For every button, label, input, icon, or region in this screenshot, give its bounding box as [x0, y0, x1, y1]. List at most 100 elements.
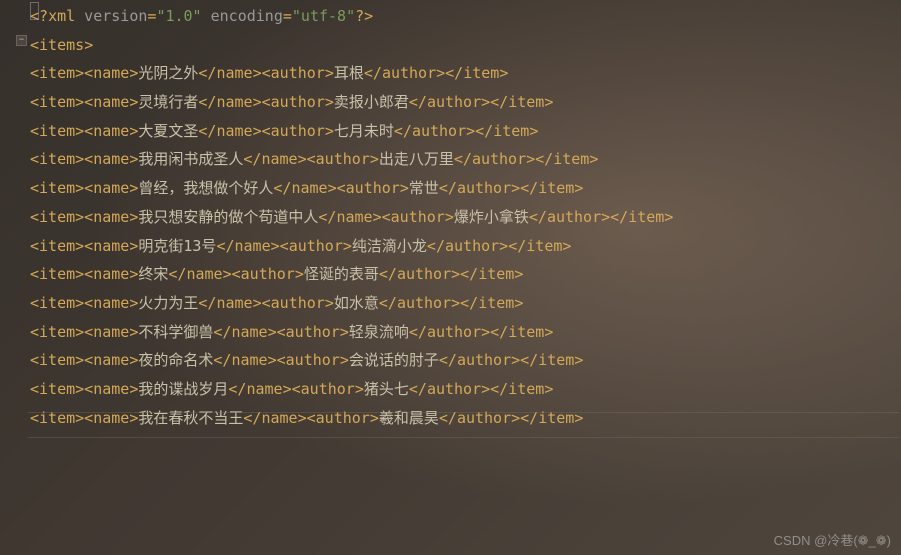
- t: ><: [298, 409, 316, 427]
- fold-toggle-icon[interactable]: −: [16, 35, 27, 46]
- code-area[interactable]: <?xml version="1.0" encoding="utf-8"?><i…: [30, 2, 901, 432]
- name-tag: name: [93, 237, 129, 255]
- code-line[interactable]: <item><name>大夏文圣</name><author>七月未时</aut…: [30, 117, 901, 146]
- name-tag: name: [93, 351, 129, 369]
- code-line[interactable]: <item><name>我的谍战岁月</name><author>猪头七</au…: [30, 375, 901, 404]
- author-tag: author: [427, 323, 481, 341]
- item-tag: item: [538, 409, 574, 427]
- t: ><: [75, 150, 93, 168]
- xml-attr-value: "utf-8": [292, 7, 355, 25]
- item-author-text: 猪头七: [364, 380, 409, 398]
- t: </: [529, 208, 547, 226]
- t: >: [325, 64, 334, 82]
- code-line[interactable]: <item><name>曾经，我想做个好人</name><author>常世</…: [30, 174, 901, 203]
- item-author-text: 如水意: [334, 294, 379, 312]
- name-tag: name: [93, 122, 129, 140]
- t: ><: [75, 122, 93, 140]
- xml-decl-name: xml: [48, 7, 75, 25]
- t: </: [454, 150, 472, 168]
- t: </: [427, 237, 445, 255]
- code-line[interactable]: <item><name>我在春秋不当王</name><author>羲和晨昊</…: [30, 404, 901, 433]
- code-line[interactable]: <item><name>我只想安静的做个苟道中人</name><author>爆…: [30, 203, 901, 232]
- code-line[interactable]: <item><name>不科学御兽</name><author>轻泉流响</au…: [30, 318, 901, 347]
- code-line[interactable]: <item><name>我用闲书成圣人</name><author>出走八万里<…: [30, 145, 901, 174]
- item-tag: item: [508, 93, 544, 111]
- t: </: [318, 208, 336, 226]
- t: </: [243, 150, 261, 168]
- name-tag: name: [216, 64, 252, 82]
- t: ><: [75, 294, 93, 312]
- t: >: [400, 179, 409, 197]
- author-tag: author: [457, 409, 511, 427]
- author-tag: author: [427, 380, 481, 398]
- t: >: [664, 208, 673, 226]
- t: ></: [451, 265, 478, 283]
- code-line[interactable]: <items>: [30, 31, 901, 60]
- t: </: [409, 323, 427, 341]
- code-editor[interactable]: − <?xml version="1.0" encoding="utf-8"?>…: [0, 0, 901, 432]
- item-author-text: 纯洁滴小龙: [352, 237, 427, 255]
- t: </: [409, 380, 427, 398]
- item-tag: item: [39, 265, 75, 283]
- author-tag: author: [391, 208, 445, 226]
- t: >: [325, 93, 334, 111]
- code-line[interactable]: <item><name>灵境行者</name><author>卖报小郎君</au…: [30, 88, 901, 117]
- code-line[interactable]: <item><name>夜的命名术</name><author>会说话的肘子</…: [30, 346, 901, 375]
- t: ><: [75, 323, 93, 341]
- item-tag: item: [553, 150, 589, 168]
- t: >: [514, 265, 523, 283]
- item-author-text: 卖报小郎君: [334, 93, 409, 111]
- item-tag: item: [508, 380, 544, 398]
- code-line[interactable]: <item><name>明克街13号</name><author>纯洁滴小龙</…: [30, 232, 901, 261]
- t: ></: [466, 122, 493, 140]
- t: ></: [436, 64, 463, 82]
- t: >: [340, 351, 349, 369]
- author-tag: author: [472, 150, 526, 168]
- item-tag: item: [508, 323, 544, 341]
- t: >: [544, 380, 553, 398]
- t: ><: [328, 179, 346, 197]
- t: ><: [373, 208, 391, 226]
- t: ></: [526, 150, 553, 168]
- tag-close: >: [84, 36, 93, 54]
- name-tag: name: [93, 64, 129, 82]
- t: ><: [253, 93, 271, 111]
- item-tag: item: [478, 294, 514, 312]
- t: >: [514, 294, 523, 312]
- item-tag: item: [39, 208, 75, 226]
- item-author-text: 会说话的肘子: [349, 351, 439, 369]
- code-line[interactable]: <item><name>火力为王</name><author>如水意</auth…: [30, 289, 901, 318]
- text-cursor: [30, 2, 39, 20]
- author-tag: author: [286, 351, 340, 369]
- item-tag: item: [628, 208, 664, 226]
- name-tag: name: [93, 265, 129, 283]
- name-tag: name: [291, 179, 327, 197]
- t: </: [198, 93, 216, 111]
- code-line[interactable]: <item><name>光阴之外</name><author>耳根</autho…: [30, 59, 901, 88]
- item-name-text: 我在春秋不当王: [138, 409, 243, 427]
- item-tag: item: [493, 122, 529, 140]
- code-line[interactable]: <item><name>终宋</name><author>怪诞的表哥</auth…: [30, 260, 901, 289]
- item-tag: item: [39, 380, 75, 398]
- author-tag: author: [346, 179, 400, 197]
- t: >: [574, 409, 583, 427]
- t: </: [364, 64, 382, 82]
- author-tag: author: [445, 237, 499, 255]
- t: ></: [601, 208, 628, 226]
- t: </: [198, 122, 216, 140]
- t: ><: [223, 265, 241, 283]
- t: </: [228, 380, 246, 398]
- t: ></: [481, 380, 508, 398]
- t: </: [213, 351, 231, 369]
- t: >: [355, 380, 364, 398]
- item-tag: item: [538, 179, 574, 197]
- t: <: [30, 150, 39, 168]
- author-tag: author: [271, 64, 325, 82]
- item-tag: item: [39, 64, 75, 82]
- code-line[interactable]: <?xml version="1.0" encoding="utf-8"?>: [30, 2, 901, 31]
- item-tag: item: [39, 93, 75, 111]
- xml-attr-name: version: [75, 7, 147, 25]
- t: </: [379, 294, 397, 312]
- item-tag: item: [39, 409, 75, 427]
- t: >: [325, 122, 334, 140]
